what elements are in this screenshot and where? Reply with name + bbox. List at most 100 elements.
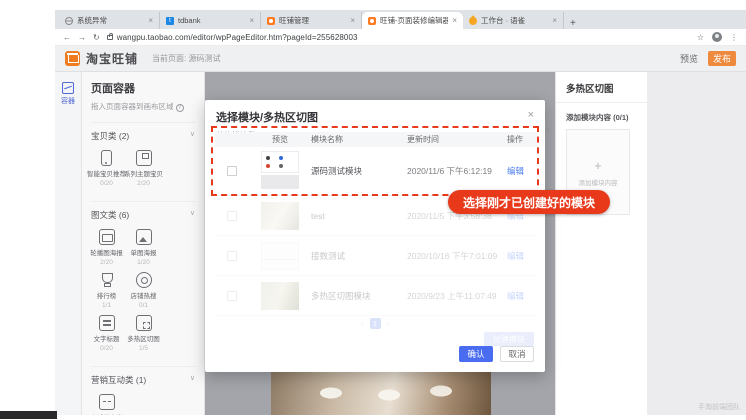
tab-wangpu-manage[interactable]: 旺铺管理 × — [261, 12, 362, 29]
module-item-hotzone[interactable]: 多热区切图 1/5 — [127, 315, 160, 352]
shoes-banner-image — [271, 365, 491, 415]
cancel-button[interactable]: 取消 — [500, 346, 534, 362]
module-name: 多热区切图模块 — [311, 290, 371, 301]
rail-item-label: 容器 — [61, 98, 75, 105]
page-number[interactable]: 1 — [369, 318, 381, 329]
tab-system-error[interactable]: 系统异常 × — [59, 12, 160, 29]
rail-item-container[interactable]: 容器 — [55, 82, 81, 106]
hotzone-settings-panel: ‹ 多热区切图 添加模块内容 (0/1) + 添加模块内容 — [547, 72, 647, 415]
app-header: 淘宝旺铺 当前页面: 源码测试 预览 发布 — [55, 46, 746, 72]
lock-icon — [106, 32, 113, 40]
tab-title: 旺铺管理 — [279, 16, 309, 25]
row-checkbox[interactable] — [227, 210, 237, 221]
plus-icon: + — [594, 157, 602, 173]
phone-icon — [101, 150, 112, 166]
taobao-wangpu-logo-icon — [65, 51, 80, 66]
forward-icon[interactable]: → — [78, 33, 86, 42]
row-checkbox[interactable] — [227, 250, 237, 261]
back-icon[interactable]: ← — [63, 33, 71, 42]
carousel-icon — [98, 229, 115, 245]
tab-close-icon[interactable]: × — [350, 16, 355, 25]
hotzone-icon — [135, 315, 152, 331]
module-item-series-items[interactable]: 系列主题宝贝 2/20 — [124, 150, 163, 187]
chevron-down-icon: ∨ — [189, 375, 195, 382]
page-next-icon[interactable]: › — [387, 319, 390, 328]
annotation-dashed-highlight — [211, 126, 539, 196]
current-page-label: 当前页面: 源码测试 — [152, 54, 221, 63]
tab-page-editor-active[interactable]: 旺铺-页面装修编辑器 × — [362, 12, 463, 29]
app-logo-text: 淘宝旺铺 — [86, 52, 139, 66]
row-checkbox[interactable] — [227, 290, 237, 301]
module-thumbnail — [261, 281, 299, 310]
section-header-tuwen[interactable]: 图文类 (6) ∨ — [91, 201, 195, 221]
browser-window: 系统异常 × t tdbank × 旺铺管理 × 旺铺-页面装修编辑器 × 工作… — [55, 10, 746, 415]
module-time: 2020/9/23 上午11:07:49 — [407, 290, 497, 301]
tab-strip: 系统异常 × t tdbank × 旺铺管理 × 旺铺-页面装修编辑器 × 工作… — [55, 10, 746, 29]
module-name: test — [311, 210, 325, 221]
left-rail: 容器 — [55, 72, 82, 415]
new-tab-button[interactable]: + — [570, 18, 576, 29]
text-icon — [98, 315, 115, 331]
annotation-callout: 选择刚才已创建好的模块 — [448, 190, 610, 214]
tab-tdbank[interactable]: t tdbank × — [160, 12, 261, 29]
section-header-baobei[interactable]: 宝贝类 (2) ∨ — [91, 122, 195, 142]
confirm-button[interactable]: 确认 — [459, 346, 493, 362]
module-time: 2020/10/16 下午7:01:09 — [407, 250, 498, 261]
tab-title: 工作台 · 语雀 — [481, 16, 526, 25]
edit-link[interactable]: 编辑 — [507, 250, 537, 262]
table-row[interactable]: 接数测试 2020/10/16 下午7:01:09 编辑 — [215, 236, 537, 276]
tab-close-icon[interactable]: × — [249, 16, 254, 25]
profile-avatar[interactable] — [712, 32, 722, 42]
globe-icon — [65, 16, 73, 25]
magnifier-icon — [135, 272, 152, 288]
section-header-marketing[interactable]: 营销互动类 (1) ∨ — [91, 366, 195, 386]
module-item-ranking[interactable]: 排行榜 1/1 — [91, 272, 122, 309]
close-icon[interactable]: × — [528, 109, 534, 121]
reload-icon[interactable]: ↻ — [93, 33, 100, 42]
publish-button[interactable]: 发布 — [708, 51, 736, 66]
module-thumbnail — [261, 241, 299, 270]
collapse-panel-icon[interactable]: ‹ — [547, 124, 550, 134]
tab-close-icon[interactable]: × — [552, 16, 557, 25]
module-name: 接数测试 — [311, 250, 346, 261]
page-prev-icon[interactable]: ‹ — [361, 319, 364, 328]
url-text[interactable]: wangpu.taobao.com/editor/wpPageEditor.ht… — [117, 33, 358, 42]
edit-link[interactable]: 编辑 — [507, 290, 537, 302]
bookmark-star-icon[interactable]: ☆ — [697, 33, 704, 42]
tab-close-icon[interactable]: × — [148, 16, 153, 25]
module-sidebar: 页面容器 拖入页面容器到画布区域? 宝贝类 (2)∨ 智能宝贝推荐 0/20 — [82, 72, 205, 415]
pagination: ‹ 1 › — [205, 318, 545, 329]
sidebar-title: 页面容器 — [91, 83, 135, 95]
tdbank-icon: t — [166, 16, 174, 25]
chevron-down-icon: ∨ — [189, 210, 195, 217]
tab-close-icon[interactable]: × — [452, 16, 457, 25]
module-item-hot-search[interactable]: 店铺热搜 0/1 — [128, 272, 159, 309]
container-cube-icon — [62, 82, 74, 94]
screen: 系统异常 × t tdbank × 旺铺管理 × 旺铺-页面装修编辑器 × 工作… — [0, 0, 746, 420]
image-icon — [135, 229, 152, 245]
dock-bar — [0, 411, 57, 419]
add-content-label: 添加模块内容 (0/1) — [566, 113, 629, 122]
browser-menu-icon[interactable]: ⋮ — [730, 33, 738, 42]
app-page: 淘宝旺铺 当前页面: 源码测试 预览 发布 容器 页面容器 拖入页面容器到画布区… — [55, 46, 746, 415]
module-thumbnail — [261, 201, 299, 230]
module-item-coupon[interactable]: 店铺优惠券 0/1 — [91, 394, 122, 415]
preview-button[interactable]: 预览 — [680, 52, 698, 65]
sidebar-subtitle: 拖入页面容器到画布区域? — [91, 101, 195, 112]
module-item-single-banner[interactable]: 单图海报 1/20 — [128, 229, 159, 266]
tab-title: tdbank — [178, 16, 201, 25]
footer-credit: 手淘前端团队 — [698, 404, 740, 411]
create-module-button[interactable]: 创建模块 — [484, 332, 534, 346]
module-item-smart-recommend[interactable]: 智能宝贝推荐 0/20 — [87, 150, 126, 187]
help-icon[interactable]: ? — [175, 104, 184, 112]
dialog-title: 选择模块/多热区切图 — [216, 112, 319, 124]
tab-yuque[interactable]: 工作台 · 语雀 × — [463, 12, 564, 29]
chevron-down-icon: ∨ — [189, 131, 195, 138]
module-item-carousel-banner[interactable]: 轮播图海报 2/20 — [90, 229, 123, 266]
wangpu-icon — [368, 16, 376, 25]
table-row[interactable]: 多热区切图模块 2020/9/23 上午11:07:49 编辑 — [215, 276, 537, 316]
series-icon — [135, 150, 152, 166]
tab-title: 系统异常 — [77, 16, 107, 25]
panel-title: 多热区切图 — [556, 72, 647, 103]
module-item-text-title[interactable]: 文字标题 0/20 — [91, 315, 122, 352]
